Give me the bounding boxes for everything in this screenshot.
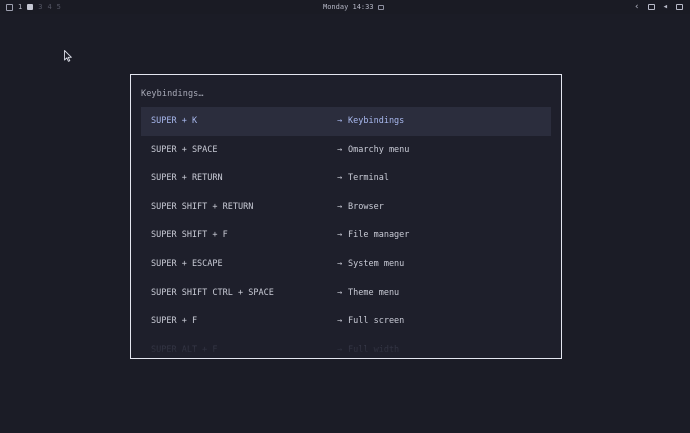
list-item[interactable]: SUPER + RETURN → Terminal [141,164,551,193]
arrow-right-icon: → [337,258,343,269]
window-icon[interactable] [647,4,655,10]
workspace-4[interactable]: 4 [47,2,51,12]
keybinding-keys: SUPER + K [151,116,198,126]
keybinding-action: Browser [348,201,384,212]
list-item[interactable]: SUPER + K → Keybindings [141,107,551,136]
keybindings-menu: Keybindings… SUPER + K → Keybindings SUP… [130,74,562,359]
workspace-switcher: 1 3 4 5 [6,2,61,12]
keybinding-keys: SUPER SHIFT + RETURN [151,201,254,212]
keybinding-keys: SUPER SHIFT + F [151,230,228,241]
launcher-icon[interactable] [6,3,13,11]
top-bar: 1 3 4 5 Monday 14:33 ‹ ◂ [0,0,690,14]
list-item[interactable]: SUPER SHIFT + RETURN → Browser [141,193,551,222]
keybinding-action: Theme menu [348,287,400,298]
arrow-right-icon: → [337,144,343,155]
arrow-right-icon: → [337,287,343,298]
list-item[interactable]: SUPER + ESCAPE → System menu [141,250,551,279]
list-item[interactable]: SUPER SHIFT CTRL + SPACE → Theme menu [141,279,551,308]
keybindings-list: SUPER + K → Keybindings SUPER + SPACE → … [141,107,551,358]
speaker-icon[interactable]: ◂ [663,2,668,12]
monitor-icon[interactable] [676,4,683,10]
keybinding-action: File manager [348,230,410,241]
keybinding-action: System menu [348,258,405,269]
keybinding-action: Keybindings [348,116,405,126]
keybinding-keys: SUPER ALT + F [151,344,218,355]
list-item[interactable]: SUPER + SPACE → Omarchy menu [141,136,551,165]
system-tray: ‹ ◂ [634,2,683,12]
clock-text: Monday 14:33 [323,3,374,11]
keybinding-action: Full screen [348,316,405,327]
search-prompt[interactable]: Keybindings… [141,88,204,100]
list-item[interactable]: SUPER + F → Full screen [141,307,551,336]
workspace-5[interactable]: 5 [57,2,61,12]
arrow-right-icon: → [337,344,343,355]
update-icon[interactable] [377,4,384,10]
workspace-1[interactable]: 1 [18,2,22,12]
workspace-2-indicator-icon[interactable] [27,4,34,10]
arrow-right-icon: → [337,116,343,126]
list-item[interactable]: SUPER SHIFT + F → File manager [141,221,551,250]
arrow-right-icon: → [337,230,343,241]
keybinding-keys: SUPER + ESCAPE [151,258,223,269]
clock[interactable]: Monday 14:33 [323,2,384,12]
arrow-right-icon: → [337,316,343,327]
mouse-cursor-icon [64,50,72,62]
workspace-3[interactable]: 3 [38,2,42,12]
keybinding-keys: SUPER + F [151,316,198,327]
keybinding-action: Terminal [348,173,389,184]
chevron-left-icon[interactable]: ‹ [634,2,639,12]
keybinding-keys: SUPER + RETURN [151,173,223,184]
keybinding-action: Omarchy menu [348,144,410,155]
list-item[interactable]: SUPER ALT + F → Full width [141,336,551,358]
keybinding-keys: SUPER + SPACE [151,144,218,155]
arrow-right-icon: → [337,201,343,212]
keybinding-keys: SUPER SHIFT CTRL + SPACE [151,287,274,298]
keybinding-action: Full width [348,344,400,355]
arrow-right-icon: → [337,173,343,184]
